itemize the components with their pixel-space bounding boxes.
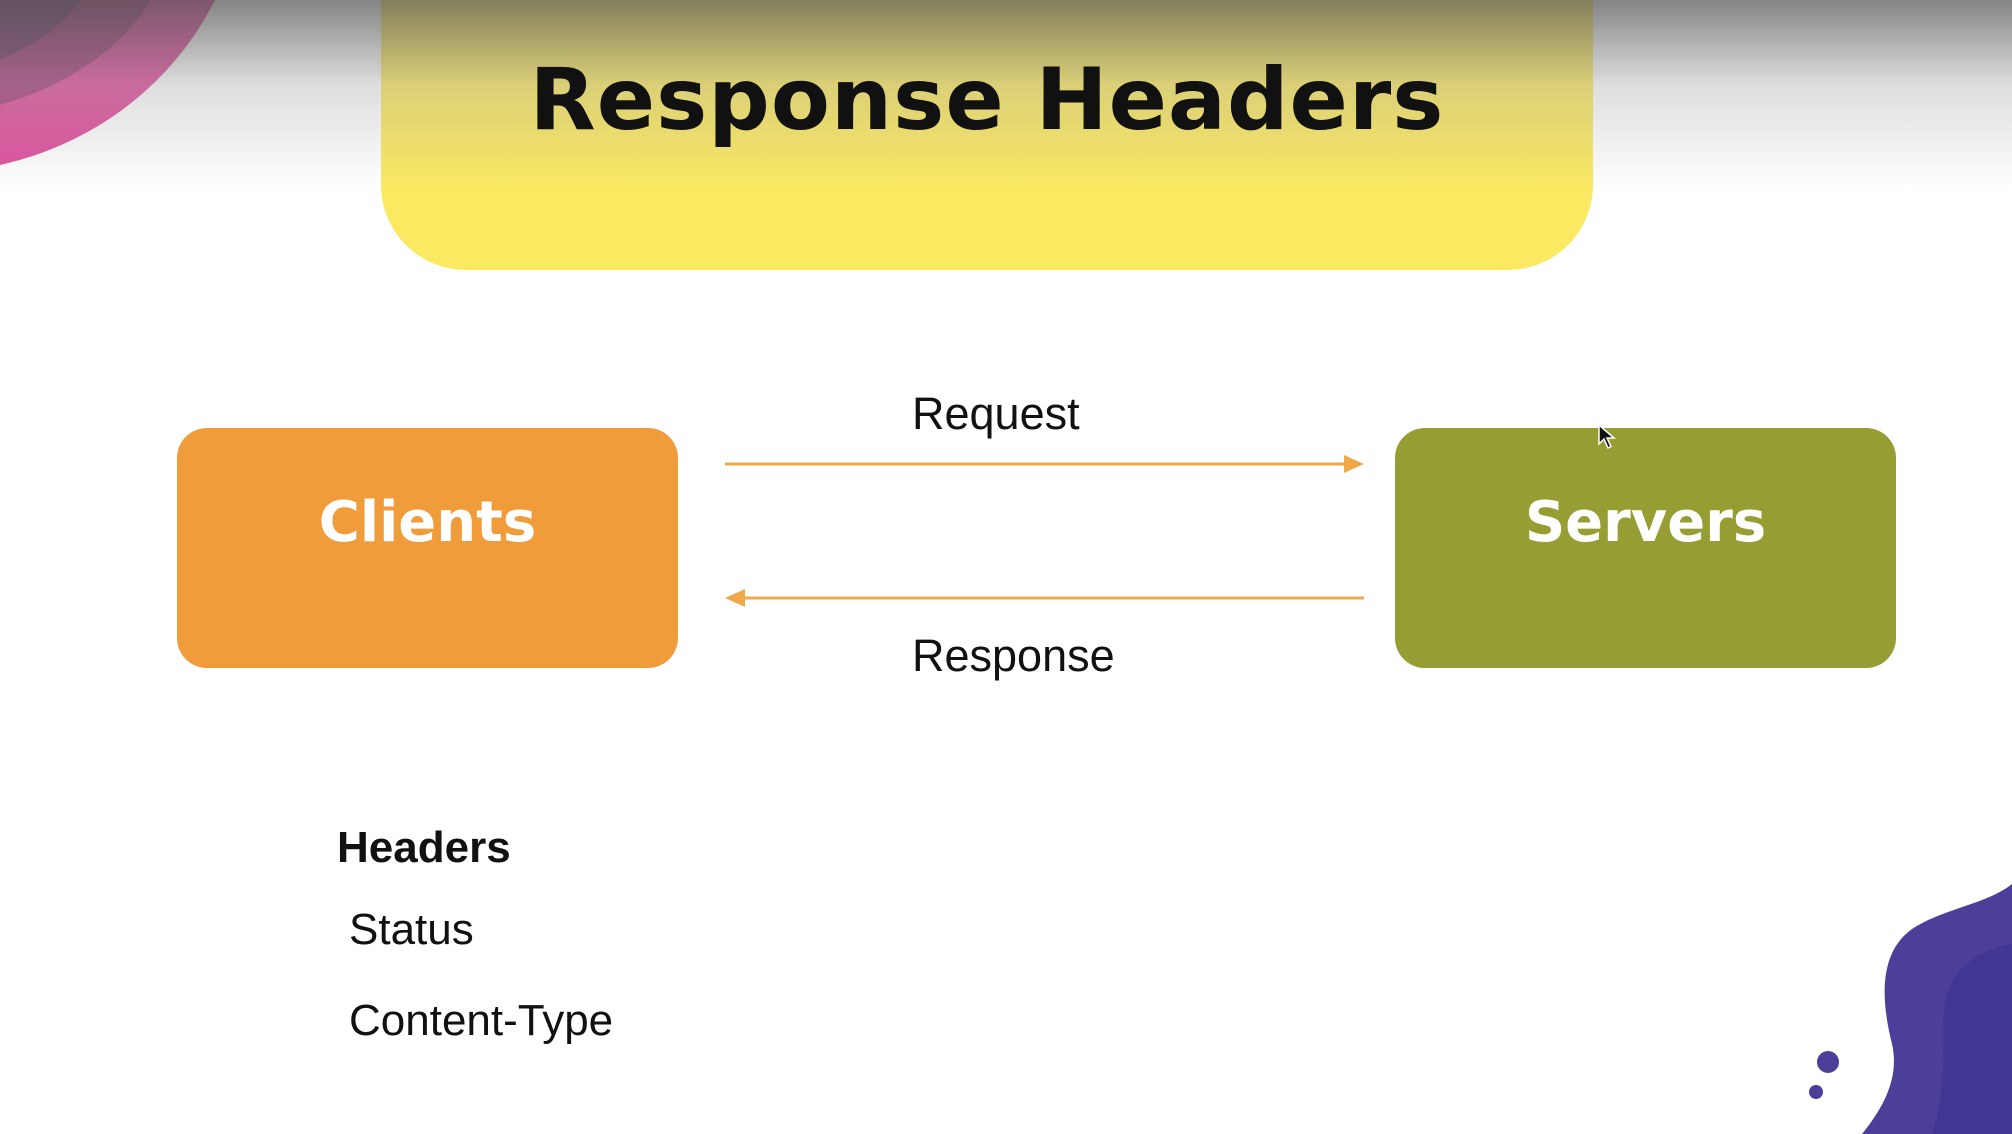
header-item-status: Status: [349, 905, 474, 954]
response-arrow: [725, 589, 1364, 607]
header-item-content-type: Content-Type: [349, 996, 614, 1045]
headers-list: Status Content-Type: [349, 900, 613, 1082]
slide: Response Headers Clients Servers Request…: [0, 0, 2012, 1134]
decorative-purple-blob: [1809, 884, 2012, 1134]
headers-heading: Headers: [337, 823, 511, 872]
page-title: Response Headers: [529, 50, 1445, 150]
flow-arrows: [725, 455, 1364, 607]
mouse-cursor-icon: [1598, 424, 1617, 450]
request-label: Request: [912, 388, 1080, 439]
request-arrow: [725, 455, 1364, 473]
response-label: Response: [912, 630, 1115, 681]
